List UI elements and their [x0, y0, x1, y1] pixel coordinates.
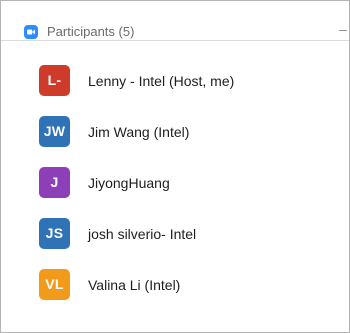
avatar: JW [39, 116, 70, 147]
avatar: J [39, 167, 70, 198]
avatar: L- [39, 65, 70, 96]
participant-name: JiyongHuang [88, 175, 170, 191]
participant-name: Jim Wang (Intel) [88, 124, 190, 140]
zoom-camera-icon [24, 25, 38, 39]
participant-name: Valina Li (Intel) [88, 277, 181, 293]
avatar: VL [39, 269, 70, 300]
participant-name: Lenny - Intel (Host, me) [88, 73, 235, 89]
participant-row[interactable]: J JiyongHuang [1, 161, 349, 201]
participant-row[interactable]: JW Jim Wang (Intel) [1, 110, 349, 150]
title-bar: Participants (5) – [1, 1, 349, 41]
window-title: Participants (5) [47, 24, 135, 39]
participant-row[interactable]: L- Lenny - Intel (Host, me) [1, 59, 349, 99]
participant-row[interactable]: JS josh silverio- Intel [1, 212, 349, 252]
participant-name: josh silverio- Intel [88, 226, 197, 242]
avatar: JS [39, 218, 70, 249]
participant-row[interactable]: VL Valina Li (Intel) [1, 263, 349, 303]
participants-window: Participants (5) – L- Lenny - Intel (Hos… [0, 0, 350, 333]
minimize-button[interactable]: – [337, 22, 349, 36]
